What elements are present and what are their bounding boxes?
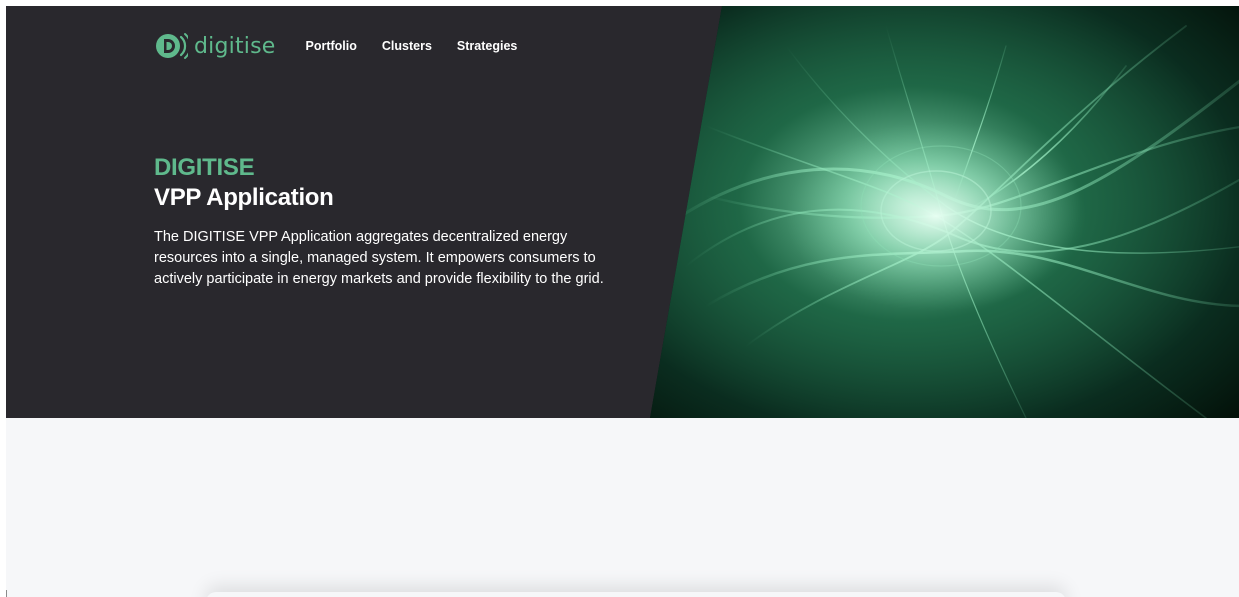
hero-eyebrow: DIGITISE <box>154 154 255 181</box>
scroll-edge-marker <box>6 590 7 597</box>
hero-description: The DIGITISE VPP Application aggregates … <box>154 229 604 287</box>
nav-item-strategies[interactable]: Strategies <box>457 39 517 53</box>
brand-logo[interactable]: digitise <box>154 29 276 63</box>
nav-links: Portfolio Clusters Strategies <box>306 39 543 53</box>
hero-text-block: DIGITISE VPP Application The DIGITISE VP… <box>154 154 624 305</box>
top-navbar: digitise Portfolio Clusters Strategies <box>154 26 542 66</box>
nav-item-clusters[interactable]: Clusters <box>382 39 432 53</box>
nav-item-portfolio[interactable]: Portfolio <box>306 39 357 53</box>
brand-name: digitise <box>194 33 276 59</box>
digitise-logo-icon <box>156 33 188 59</box>
page: digitise Portfolio Clusters Strategies D… <box>0 0 1239 597</box>
content-area <box>6 418 1239 597</box>
hero-title: VPP Application <box>154 184 334 211</box>
hero-section: digitise Portfolio Clusters Strategies D… <box>6 6 1239 418</box>
content-card-top <box>206 592 1066 597</box>
